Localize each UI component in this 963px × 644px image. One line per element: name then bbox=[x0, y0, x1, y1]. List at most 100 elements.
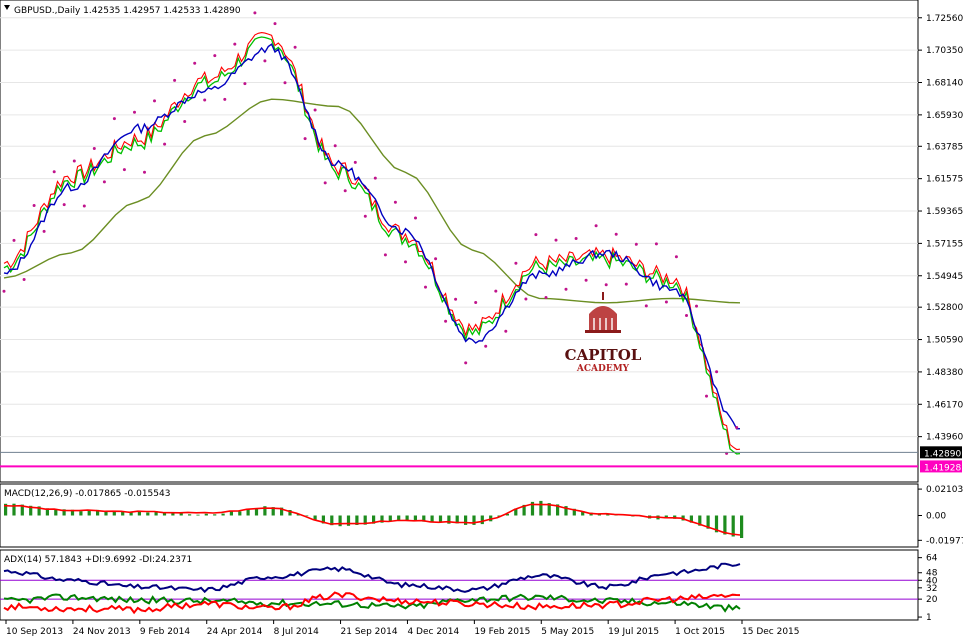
x-tick-label: 24 Nov 2013 bbox=[73, 627, 131, 637]
parabolic-sar-dot bbox=[624, 282, 628, 286]
parabolic-sar-dot bbox=[82, 204, 86, 208]
price-tick-label: 1.48380 bbox=[926, 368, 963, 378]
parabolic-sar-dot bbox=[454, 297, 458, 301]
parabolic-sar-dot bbox=[213, 54, 217, 58]
parabolic-sar-dot bbox=[52, 170, 56, 174]
price-tick-label: 1.68140 bbox=[926, 79, 963, 89]
price-tick-label: 1.52800 bbox=[926, 303, 963, 313]
x-tick-label: 24 Apr 2014 bbox=[207, 627, 263, 637]
parabolic-sar-dot bbox=[383, 253, 387, 257]
parabolic-sar-dot bbox=[122, 168, 126, 172]
parabolic-sar-dot bbox=[574, 237, 578, 240]
parabolic-sar-dot bbox=[685, 314, 688, 317]
macd-histogram-bar bbox=[221, 513, 225, 516]
x-tick-label: 10 Sep 2013 bbox=[6, 627, 63, 637]
parabolic-sar-dot bbox=[273, 22, 277, 26]
macd-histogram-bar bbox=[480, 515, 484, 525]
x-tick-label: 21 Sep 2014 bbox=[341, 627, 398, 637]
parabolic-sar-dot bbox=[2, 289, 6, 293]
parabolic-sar-dot bbox=[604, 283, 608, 287]
watermark-sub: ACADEMY bbox=[576, 364, 630, 374]
adx-header: ADX(14) 57.1843 +DI:9.6992 -DI:24.2371 bbox=[4, 555, 192, 565]
main-header: GBPUSD.,Daily 1.42535 1.42957 1.42533 1.… bbox=[14, 6, 241, 16]
macd-histogram-bar bbox=[121, 511, 125, 516]
macd-histogram-bar bbox=[430, 515, 434, 522]
price-tick-label: 1.43960 bbox=[926, 433, 963, 443]
parabolic-sar-dot bbox=[143, 170, 146, 174]
low-price-label: 1.41928 bbox=[924, 463, 961, 473]
parabolic-sar-dot bbox=[343, 189, 347, 193]
parabolic-sar-dot bbox=[293, 45, 297, 49]
price-tick-label: 1.50590 bbox=[926, 336, 963, 346]
price-tick-label: 1.72560 bbox=[926, 14, 963, 24]
parabolic-sar-dot bbox=[534, 233, 538, 237]
parabolic-sar-dot bbox=[514, 261, 518, 265]
macd-histogram-bar bbox=[188, 514, 192, 516]
parabolic-sar-dot bbox=[674, 255, 678, 259]
parabolic-sar-dot bbox=[644, 304, 648, 308]
price-tick-label: 1.59365 bbox=[926, 207, 963, 217]
x-tick-label: 4 Dec 2014 bbox=[407, 627, 459, 637]
parabolic-sar-dot bbox=[424, 285, 427, 289]
parabolic-sar-dot bbox=[464, 361, 468, 365]
parabolic-sar-dot bbox=[564, 287, 568, 291]
macd-histogram-bar bbox=[196, 514, 200, 516]
parabolic-sar-dot bbox=[474, 301, 478, 304]
current-price-label: 1.42890 bbox=[924, 449, 961, 459]
chart-canvas: 1.72560 1.70350 1.68140 1.65930 1.63785 1.615… bbox=[0, 0, 963, 637]
macd-histogram-bar bbox=[397, 515, 401, 521]
watermark-name: CAPITOL bbox=[565, 346, 642, 364]
price-tick-label: 1.61575 bbox=[926, 175, 963, 185]
macd-tick-label: 0.021031 bbox=[926, 485, 963, 495]
parabolic-sar-dot bbox=[715, 370, 719, 374]
parabolic-sar-dot bbox=[434, 257, 438, 261]
trading-chart: 1.72560 1.70350 1.68140 1.65930 1.63785 1.615… bbox=[0, 0, 963, 640]
parabolic-sar-dot bbox=[654, 242, 658, 246]
adx-tick-label: 1 bbox=[926, 613, 932, 623]
macd-histogram-bar bbox=[539, 500, 543, 516]
parabolic-sar-dot bbox=[153, 99, 156, 103]
parabolic-sar-dot bbox=[664, 300, 668, 304]
x-tick-label: 5 May 2015 bbox=[541, 627, 594, 637]
parabolic-sar-dot bbox=[22, 278, 26, 281]
parabolic-sar-dot bbox=[102, 180, 106, 184]
parabolic-sar-dot bbox=[62, 203, 66, 207]
parabolic-sar-dot bbox=[494, 289, 498, 293]
parabolic-sar-dot bbox=[233, 42, 237, 46]
adx-tick-label: 20 bbox=[926, 595, 938, 605]
parabolic-sar-dot bbox=[544, 296, 548, 299]
price-tick-label: 1.46170 bbox=[926, 400, 963, 410]
x-tick-label: 1 Oct 2015 bbox=[675, 627, 725, 637]
parabolic-sar-dot bbox=[695, 304, 698, 308]
parabolic-sar-dot bbox=[183, 120, 187, 123]
price-tick-label: 1.70350 bbox=[926, 46, 963, 56]
x-tick-label: 19 Jul 2015 bbox=[608, 627, 659, 637]
parabolic-sar-dot bbox=[92, 147, 96, 150]
parabolic-sar-dot bbox=[163, 142, 167, 146]
parabolic-sar-dot bbox=[112, 117, 116, 121]
parabolic-sar-dot bbox=[32, 204, 36, 207]
parabolic-sar-dot bbox=[404, 260, 407, 264]
x-tick-label: 9 Feb 2014 bbox=[140, 627, 191, 637]
x-tick-label: 8 Jul 2014 bbox=[274, 627, 319, 637]
parabolic-sar-dot bbox=[414, 216, 417, 220]
parabolic-sar-dot bbox=[634, 242, 638, 246]
parabolic-sar-dot bbox=[193, 61, 197, 65]
macd-histogram-bar bbox=[338, 515, 342, 527]
macd-tick-label: -0.019773 bbox=[926, 536, 963, 546]
parabolic-sar-dot bbox=[323, 181, 327, 185]
parabolic-sar-dot bbox=[705, 394, 708, 398]
parabolic-sar-dot bbox=[333, 144, 337, 148]
parabolic-sar-dot bbox=[203, 98, 207, 102]
macd-histogram-bar bbox=[229, 511, 233, 516]
parabolic-sar-dot bbox=[253, 11, 257, 15]
parabolic-sar-dot bbox=[614, 232, 618, 236]
parabolic-sar-dot bbox=[12, 238, 16, 242]
price-tick-label: 1.54945 bbox=[926, 272, 963, 282]
parabolic-sar-dot bbox=[133, 110, 136, 114]
parabolic-sar-dot bbox=[263, 59, 267, 63]
x-tick-label: 15 Dec 2015 bbox=[742, 627, 800, 637]
parabolic-sar-dot bbox=[594, 224, 598, 228]
parabolic-sar-dot bbox=[584, 278, 588, 282]
macd-histogram-bar bbox=[438, 515, 443, 522]
